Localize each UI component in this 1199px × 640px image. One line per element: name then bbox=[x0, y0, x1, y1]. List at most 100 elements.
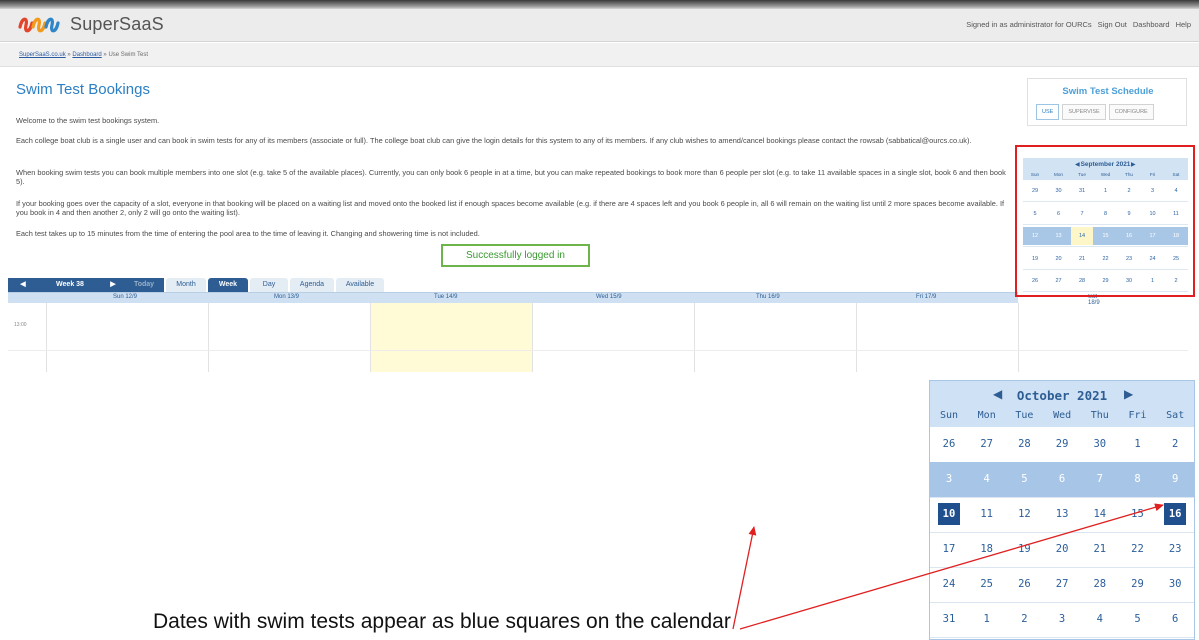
day-column-sat[interactable] bbox=[1018, 303, 1188, 372]
tab-use[interactable]: USE bbox=[1036, 104, 1060, 120]
supersaas-logo[interactable]: SuperSaaS bbox=[16, 13, 164, 35]
calendar-day[interactable]: 13 bbox=[1043, 497, 1081, 532]
calendar-day[interactable]: 5 bbox=[1005, 462, 1043, 497]
calendar-day[interactable]: 30 bbox=[1081, 427, 1119, 462]
weekday-label: Sun bbox=[939, 410, 959, 421]
screenshot-region: SuperSaaS Signed in as administrator for… bbox=[0, 0, 1199, 372]
weekday-label: Tue bbox=[1015, 410, 1034, 421]
tab-available[interactable]: Available bbox=[336, 278, 384, 292]
breadcrumb-dashboard[interactable]: Dashboard bbox=[72, 52, 101, 58]
calendar-day[interactable]: 27 bbox=[968, 427, 1006, 462]
event-day-number: 16 bbox=[1164, 503, 1187, 525]
breadcrumb-site[interactable]: SuperSaaS.co.uk bbox=[19, 52, 66, 58]
arrow-to-day-10 bbox=[732, 526, 757, 630]
calendar-day[interactable]: 4 bbox=[1081, 602, 1119, 637]
oct-calendar-title: October 2021 bbox=[1016, 388, 1108, 403]
day-column-tue-today[interactable] bbox=[370, 303, 532, 372]
calendar-day[interactable]: 7 bbox=[1081, 462, 1119, 497]
calendar-day[interactable]: 29 bbox=[1119, 567, 1157, 602]
help-link[interactable]: Help bbox=[1176, 20, 1191, 29]
oct-calendar-header: ◀ October 2021 ▶ Sun Mon Tue Wed Thu Fri Sat bbox=[930, 381, 1194, 427]
calendar-day[interactable]: 20 bbox=[1043, 532, 1081, 567]
calendar-day[interactable]: 25 bbox=[968, 567, 1006, 602]
swim-test-day[interactable]: 10 bbox=[930, 497, 968, 532]
row-divider bbox=[930, 637, 1194, 638]
week-row[interactable]: 31 1 2 3 4 5 6 bbox=[930, 602, 1194, 637]
calendar-day[interactable]: 9 bbox=[1156, 462, 1194, 497]
calendar-day[interactable]: 1 bbox=[968, 602, 1006, 637]
annotation-text: Dates with swim tests appear as blue squ… bbox=[153, 610, 731, 633]
calendar-day[interactable]: 14 bbox=[1081, 497, 1119, 532]
browser-edge bbox=[0, 0, 1199, 9]
mini-calendar-october: ◀ October 2021 ▶ Sun Mon Tue Wed Thu Fri Sat 2… bbox=[929, 380, 1195, 640]
calendar-day[interactable]: 30 bbox=[1156, 567, 1194, 602]
day-column-sun[interactable] bbox=[46, 303, 208, 372]
selected-week-row[interactable]: 3456789 bbox=[930, 462, 1194, 497]
calendar-day[interactable]: 22 bbox=[1119, 532, 1157, 567]
calendar-day[interactable]: 21 bbox=[1081, 532, 1119, 567]
calendar-day[interactable]: 24 bbox=[930, 567, 968, 602]
tab-supervise[interactable]: SUPERVISE bbox=[1062, 104, 1106, 120]
calendar-day[interactable]: 2 bbox=[1005, 602, 1043, 637]
calendar-day[interactable]: 6 bbox=[1156, 602, 1194, 637]
tab-week[interactable]: Week bbox=[208, 278, 248, 292]
app-header: SuperSaaS Signed in as administrator for… bbox=[0, 9, 1199, 42]
day-header-wed: Wed 15/9 bbox=[596, 294, 622, 300]
tab-agenda[interactable]: Agenda bbox=[290, 278, 334, 292]
today-button[interactable]: Today bbox=[124, 278, 164, 292]
calendar-day[interactable]: 11 bbox=[968, 497, 1006, 532]
sign-out-link[interactable]: Sign Out bbox=[1098, 20, 1127, 29]
hour-divider bbox=[8, 350, 1188, 351]
weekday-label: Thu bbox=[1090, 410, 1109, 421]
intro-paragraph: Welcome to the swim test bookings system… bbox=[16, 116, 160, 125]
supersaas-logo-icon bbox=[18, 17, 60, 33]
day-column-fri[interactable] bbox=[856, 303, 1018, 372]
prev-week-button[interactable]: ◀ bbox=[8, 278, 38, 292]
calendar-day[interactable]: 6 bbox=[1043, 462, 1081, 497]
day-column-mon[interactable] bbox=[208, 303, 370, 372]
highlight-box bbox=[1015, 145, 1195, 297]
breadcrumb-separator: » bbox=[67, 52, 71, 58]
tab-month[interactable]: Month bbox=[166, 278, 206, 292]
calendar-day[interactable]: 12 bbox=[1005, 497, 1043, 532]
calendar-day[interactable]: 18 bbox=[968, 532, 1006, 567]
week-label: Week 38 bbox=[38, 278, 102, 292]
calendar-day[interactable]: 23 bbox=[1156, 532, 1194, 567]
tab-configure[interactable]: CONFIGURE bbox=[1108, 104, 1154, 120]
week-row[interactable]: 26 27 28 29 30 1 2 bbox=[930, 427, 1194, 462]
calendar-day[interactable]: 28 bbox=[1005, 427, 1043, 462]
next-month-icon[interactable]: ▶ bbox=[1124, 387, 1133, 401]
calendar-day[interactable]: 19 bbox=[1005, 532, 1043, 567]
dashboard-link[interactable]: Dashboard bbox=[1133, 20, 1170, 29]
day-header-mon: Mon 13/9 bbox=[274, 294, 300, 300]
day-column-thu[interactable] bbox=[694, 303, 856, 372]
calendar-day[interactable]: 3 bbox=[1043, 602, 1081, 637]
calendar-day[interactable]: 4 bbox=[968, 462, 1006, 497]
breadcrumb-separator: » bbox=[103, 52, 107, 58]
calendar-day[interactable]: 15 bbox=[1119, 497, 1157, 532]
calendar-day[interactable]: 27 bbox=[1043, 567, 1081, 602]
calendar-day[interactable]: 3 bbox=[930, 462, 968, 497]
calendar-day[interactable]: 2 bbox=[1156, 427, 1194, 462]
calendar-day[interactable]: 1 bbox=[1119, 427, 1157, 462]
breadcrumb-current: Use Swim Test bbox=[108, 52, 149, 58]
calendar-day[interactable]: 26 bbox=[930, 427, 968, 462]
day-header-fri: Fri 17/9 bbox=[916, 294, 937, 300]
weekday-label: Fri bbox=[1128, 410, 1147, 421]
calendar-day[interactable]: 17 bbox=[930, 532, 968, 567]
brand-name: SuperSaaS bbox=[70, 13, 164, 34]
week-row[interactable]: 17 18 19 20 21 22 23 bbox=[930, 532, 1194, 567]
calendar-day[interactable]: 29 bbox=[1043, 427, 1081, 462]
calendar-day[interactable]: 5 bbox=[1119, 602, 1157, 637]
next-week-button[interactable]: ▶ bbox=[102, 278, 124, 292]
calendar-day[interactable]: 31 bbox=[930, 602, 968, 637]
swim-test-day[interactable]: 16 bbox=[1156, 497, 1194, 532]
calendar-day[interactable]: 26 bbox=[1005, 567, 1043, 602]
day-header-sun: Sun 12/9 bbox=[113, 294, 138, 300]
tab-day[interactable]: Day bbox=[250, 278, 288, 292]
calendar-day[interactable]: 8 bbox=[1119, 462, 1157, 497]
week-row[interactable]: 10 11 12 13 14 15 16 bbox=[930, 497, 1194, 532]
calendar-day[interactable]: 28 bbox=[1081, 567, 1119, 602]
week-row[interactable]: 24 25 26 27 28 29 30 bbox=[930, 567, 1194, 602]
day-column-wed[interactable] bbox=[532, 303, 694, 372]
